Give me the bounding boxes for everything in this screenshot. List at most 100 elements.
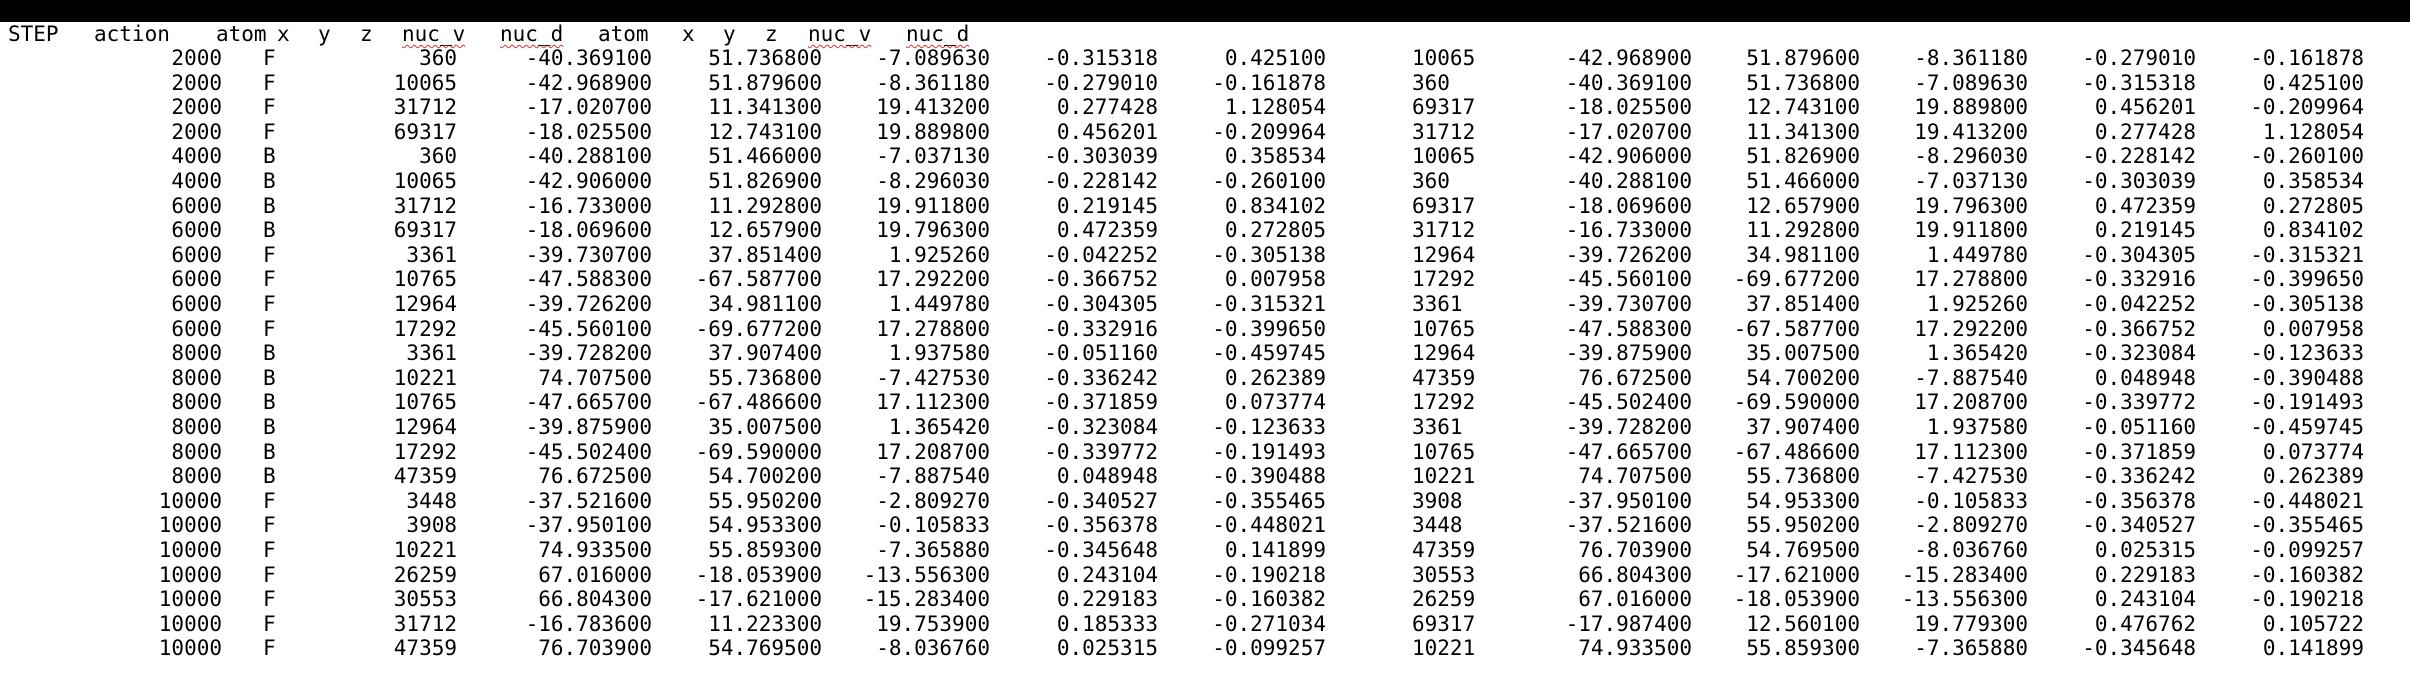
- cell-nuc-v-2: 0.048948: [2094, 365, 2196, 390]
- cell-atom-2: 17292: [1412, 267, 1476, 292]
- cell-nuc-d-2: -0.161878: [2250, 46, 2364, 70]
- cell-step: 10000: [158, 611, 222, 636]
- cell-atom-2: 31712: [1412, 119, 1476, 144]
- table-row: 6000 F 3361 -39.730700 37.851400 1.925260 -0.0…: [0, 243, 2410, 267]
- cell-z-2: 19.796300: [1914, 193, 2028, 218]
- cell-x: -37.950100: [525, 513, 652, 538]
- cell-action: B: [263, 144, 276, 169]
- cell-step: 10000: [158, 562, 222, 587]
- cell-action: F: [263, 513, 276, 538]
- cell-atom: 26259: [393, 562, 457, 587]
- cell-action: F: [263, 562, 276, 587]
- cell-nuc-v-2: -0.356378: [2082, 488, 2196, 513]
- cell-nuc-d-2: -0.448021: [2250, 488, 2364, 513]
- cell-nuc-v: -0.279010: [1044, 70, 1158, 95]
- cell-nuc-v: -0.323084: [1044, 415, 1158, 439]
- cell-atom: 47359: [393, 464, 457, 489]
- cell-y: 55.950200: [708, 488, 822, 513]
- cell-nuc-v-2: -0.366752: [2082, 316, 2196, 341]
- cell-nuc-d-2: 0.358534: [2262, 169, 2364, 193]
- cell-x-2: -40.288100: [1565, 169, 1692, 193]
- cell-atom: 3908: [406, 513, 457, 538]
- cell-y-2: 37.851400: [1746, 292, 1860, 316]
- cell-y-2: 12.743100: [1746, 95, 1860, 120]
- cell-x: -45.502400: [525, 439, 652, 464]
- cell-nuc-d-2: -0.260100: [2250, 144, 2364, 169]
- col-header-step: STEP: [8, 22, 59, 46]
- cell-z: 19.753900: [876, 611, 990, 636]
- table-row: 10000 F 30553 66.804300 -17.621000 -15.283400…: [0, 587, 2410, 611]
- cell-atom-2: 10765: [1412, 316, 1476, 341]
- cell-z-2: -2.809270: [1914, 513, 2028, 538]
- cell-z-2: 1.449780: [1926, 242, 2028, 267]
- cell-nuc-d: -0.190218: [1212, 562, 1326, 587]
- cell-z-2: -7.089630: [1914, 70, 2028, 95]
- col-header-atom: atom: [216, 22, 267, 46]
- cell-y-2: -67.486600: [1733, 439, 1860, 464]
- cell-action: F: [263, 488, 276, 513]
- cell-action: F: [263, 636, 276, 661]
- cell-atom: 10221: [393, 365, 457, 390]
- cell-step: 2000: [171, 46, 222, 70]
- cell-nuc-v-2: -0.323084: [2082, 341, 2196, 366]
- cell-x: -40.369100: [525, 46, 652, 70]
- cell-atom-2: 10221: [1412, 464, 1476, 489]
- col-header-z-2: z: [765, 22, 778, 46]
- cell-z: -7.037130: [876, 144, 990, 169]
- cell-x-2: -39.875900: [1565, 341, 1692, 366]
- cell-nuc-d-2: -0.399650: [2250, 267, 2364, 292]
- cell-nuc-d-2: -0.459745: [2250, 415, 2364, 439]
- cell-atom-2: 47359: [1412, 538, 1476, 562]
- cell-x-2: -17.020700: [1565, 119, 1692, 144]
- table-row: 6000 F 17292 -45.560100 -69.677200 17.278800 -…: [0, 317, 2410, 341]
- cell-action: F: [263, 538, 276, 562]
- cell-nuc-v: -0.339772: [1044, 439, 1158, 464]
- cell-step: 6000: [171, 316, 222, 341]
- cell-z: 1.449780: [888, 292, 990, 316]
- cell-atom-2: 31712: [1412, 218, 1476, 243]
- col-header-z: z: [360, 22, 373, 46]
- cell-nuc-d: -0.123633: [1212, 415, 1326, 439]
- cell-x: -45.560100: [525, 316, 652, 341]
- cell-y-2: -18.053900: [1733, 587, 1860, 612]
- window-top-bar: [0, 0, 2410, 22]
- cell-z-2: 1.925260: [1926, 292, 2028, 316]
- cell-nuc-v-2: -0.336242: [2082, 464, 2196, 489]
- cell-nuc-d-2: -0.209964: [2250, 95, 2364, 120]
- cell-z-2: -0.105833: [1914, 488, 2028, 513]
- cell-nuc-v: 0.472359: [1056, 218, 1158, 243]
- table-row: 10000 F 3908 -37.950100 54.953300 -0.105833 -0…: [0, 513, 2410, 537]
- cell-nuc-d-2: -0.390488: [2250, 365, 2364, 390]
- cell-y-2: -17.621000: [1733, 562, 1860, 587]
- cell-x-2: 76.672500: [1578, 365, 1692, 390]
- cell-y-2: 11.341300: [1746, 119, 1860, 144]
- cell-z-2: -15.283400: [1901, 562, 2028, 587]
- cell-y: 11.341300: [708, 95, 822, 120]
- cell-x: -16.733000: [525, 193, 652, 218]
- cell-nuc-v: 0.185333: [1056, 611, 1158, 636]
- cell-y-2: 55.950200: [1746, 513, 1860, 538]
- cell-nuc-v-2: 0.219145: [2094, 218, 2196, 243]
- cell-atom: 69317: [393, 218, 457, 243]
- cell-z: -8.296030: [876, 169, 990, 193]
- cell-action: B: [263, 464, 276, 489]
- cell-action: B: [263, 365, 276, 390]
- cell-x: -39.726200: [525, 292, 652, 316]
- cell-step: 8000: [171, 415, 222, 439]
- cell-z-2: 17.292200: [1914, 316, 2028, 341]
- cell-atom-2: 12964: [1412, 341, 1476, 366]
- table-row: 2000 F 69317 -18.025500 12.743100 19.889800 0.…: [0, 120, 2410, 144]
- col-header-nuc-d-2: nuc_d: [906, 22, 970, 46]
- cell-atom-2: 3908: [1412, 488, 1463, 513]
- cell-nuc-d: -0.271034: [1212, 611, 1326, 636]
- cell-y-2: 51.466000: [1746, 169, 1860, 193]
- cell-atom-2: 3448: [1412, 513, 1463, 538]
- cell-x-2: -45.560100: [1565, 267, 1692, 292]
- cell-nuc-v-2: -0.228142: [2082, 144, 2196, 169]
- cell-y: 11.223300: [708, 611, 822, 636]
- cell-step: 8000: [171, 464, 222, 489]
- cell-atom: 360: [419, 46, 457, 70]
- cell-z-2: 17.208700: [1914, 390, 2028, 415]
- cell-y-2: 12.657900: [1746, 193, 1860, 218]
- cell-nuc-v: -0.356378: [1044, 513, 1158, 538]
